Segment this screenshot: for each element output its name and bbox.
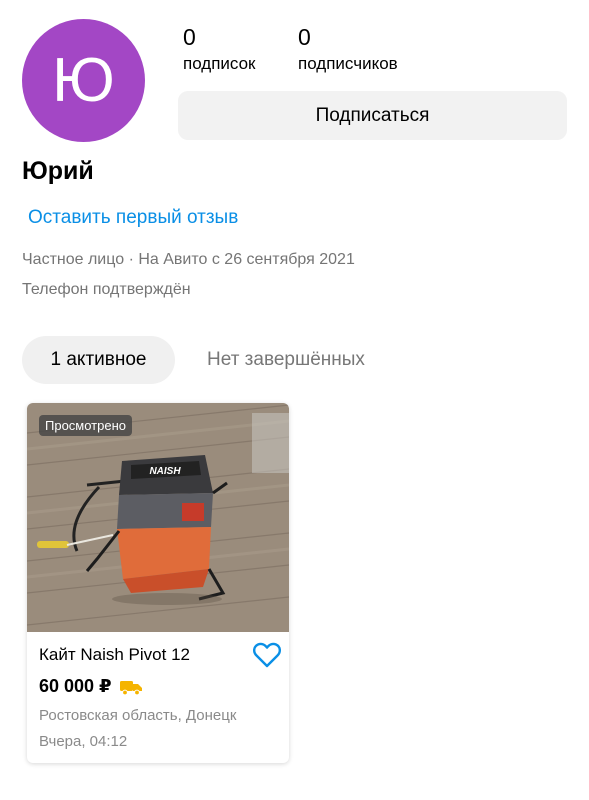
listing-card[interactable]: NAISH Просмотрено Кайт Naish Pivot 12 60… [27,403,289,763]
subscribers-count: 0 [298,24,311,50]
phone-verified: Телефон подтверждён [22,281,191,298]
listing-location: Ростовская область, Донецк [39,707,237,724]
tab-active-listings[interactable]: 1 активное [22,336,175,384]
subscriptions-stat[interactable]: 0 подписок [183,24,256,74]
heart-icon[interactable] [252,641,282,669]
subscribers-label: подписчиков [298,54,398,73]
subscriptions-count: 0 [183,24,196,50]
tab-finished-listings[interactable]: Нет завершённых [185,336,387,384]
viewed-badge: Просмотрено [39,415,133,436]
subscribe-button[interactable]: Подписаться [178,91,567,140]
avatar: Ю [22,19,145,142]
listing-date: Вчера, 04:12 [39,733,128,750]
listing-title[interactable]: Кайт Naish Pivot 12 [39,645,190,665]
truck-icon [119,680,142,695]
listing-price: 60 000 ₽ [39,676,112,696]
subscriptions-label: подписок [183,54,256,73]
subscribers-stat[interactable]: 0 подписчиков [298,24,398,74]
listing-photo[interactable]: NAISH [27,403,289,632]
price-row: 60 000 ₽ [39,676,143,697]
leave-review-link[interactable]: Оставить первый отзыв [28,207,238,229]
profile-page: Ю 0 подписок 0 подписчиков Подписаться Ю… [0,0,589,800]
avatar-letter: Ю [52,45,115,115]
bag-brand-text: NAISH [149,466,181,477]
seller-meta: Частное лицо · На Авито с 26 сентября 20… [22,251,355,268]
profile-name: Юрий [22,157,94,185]
